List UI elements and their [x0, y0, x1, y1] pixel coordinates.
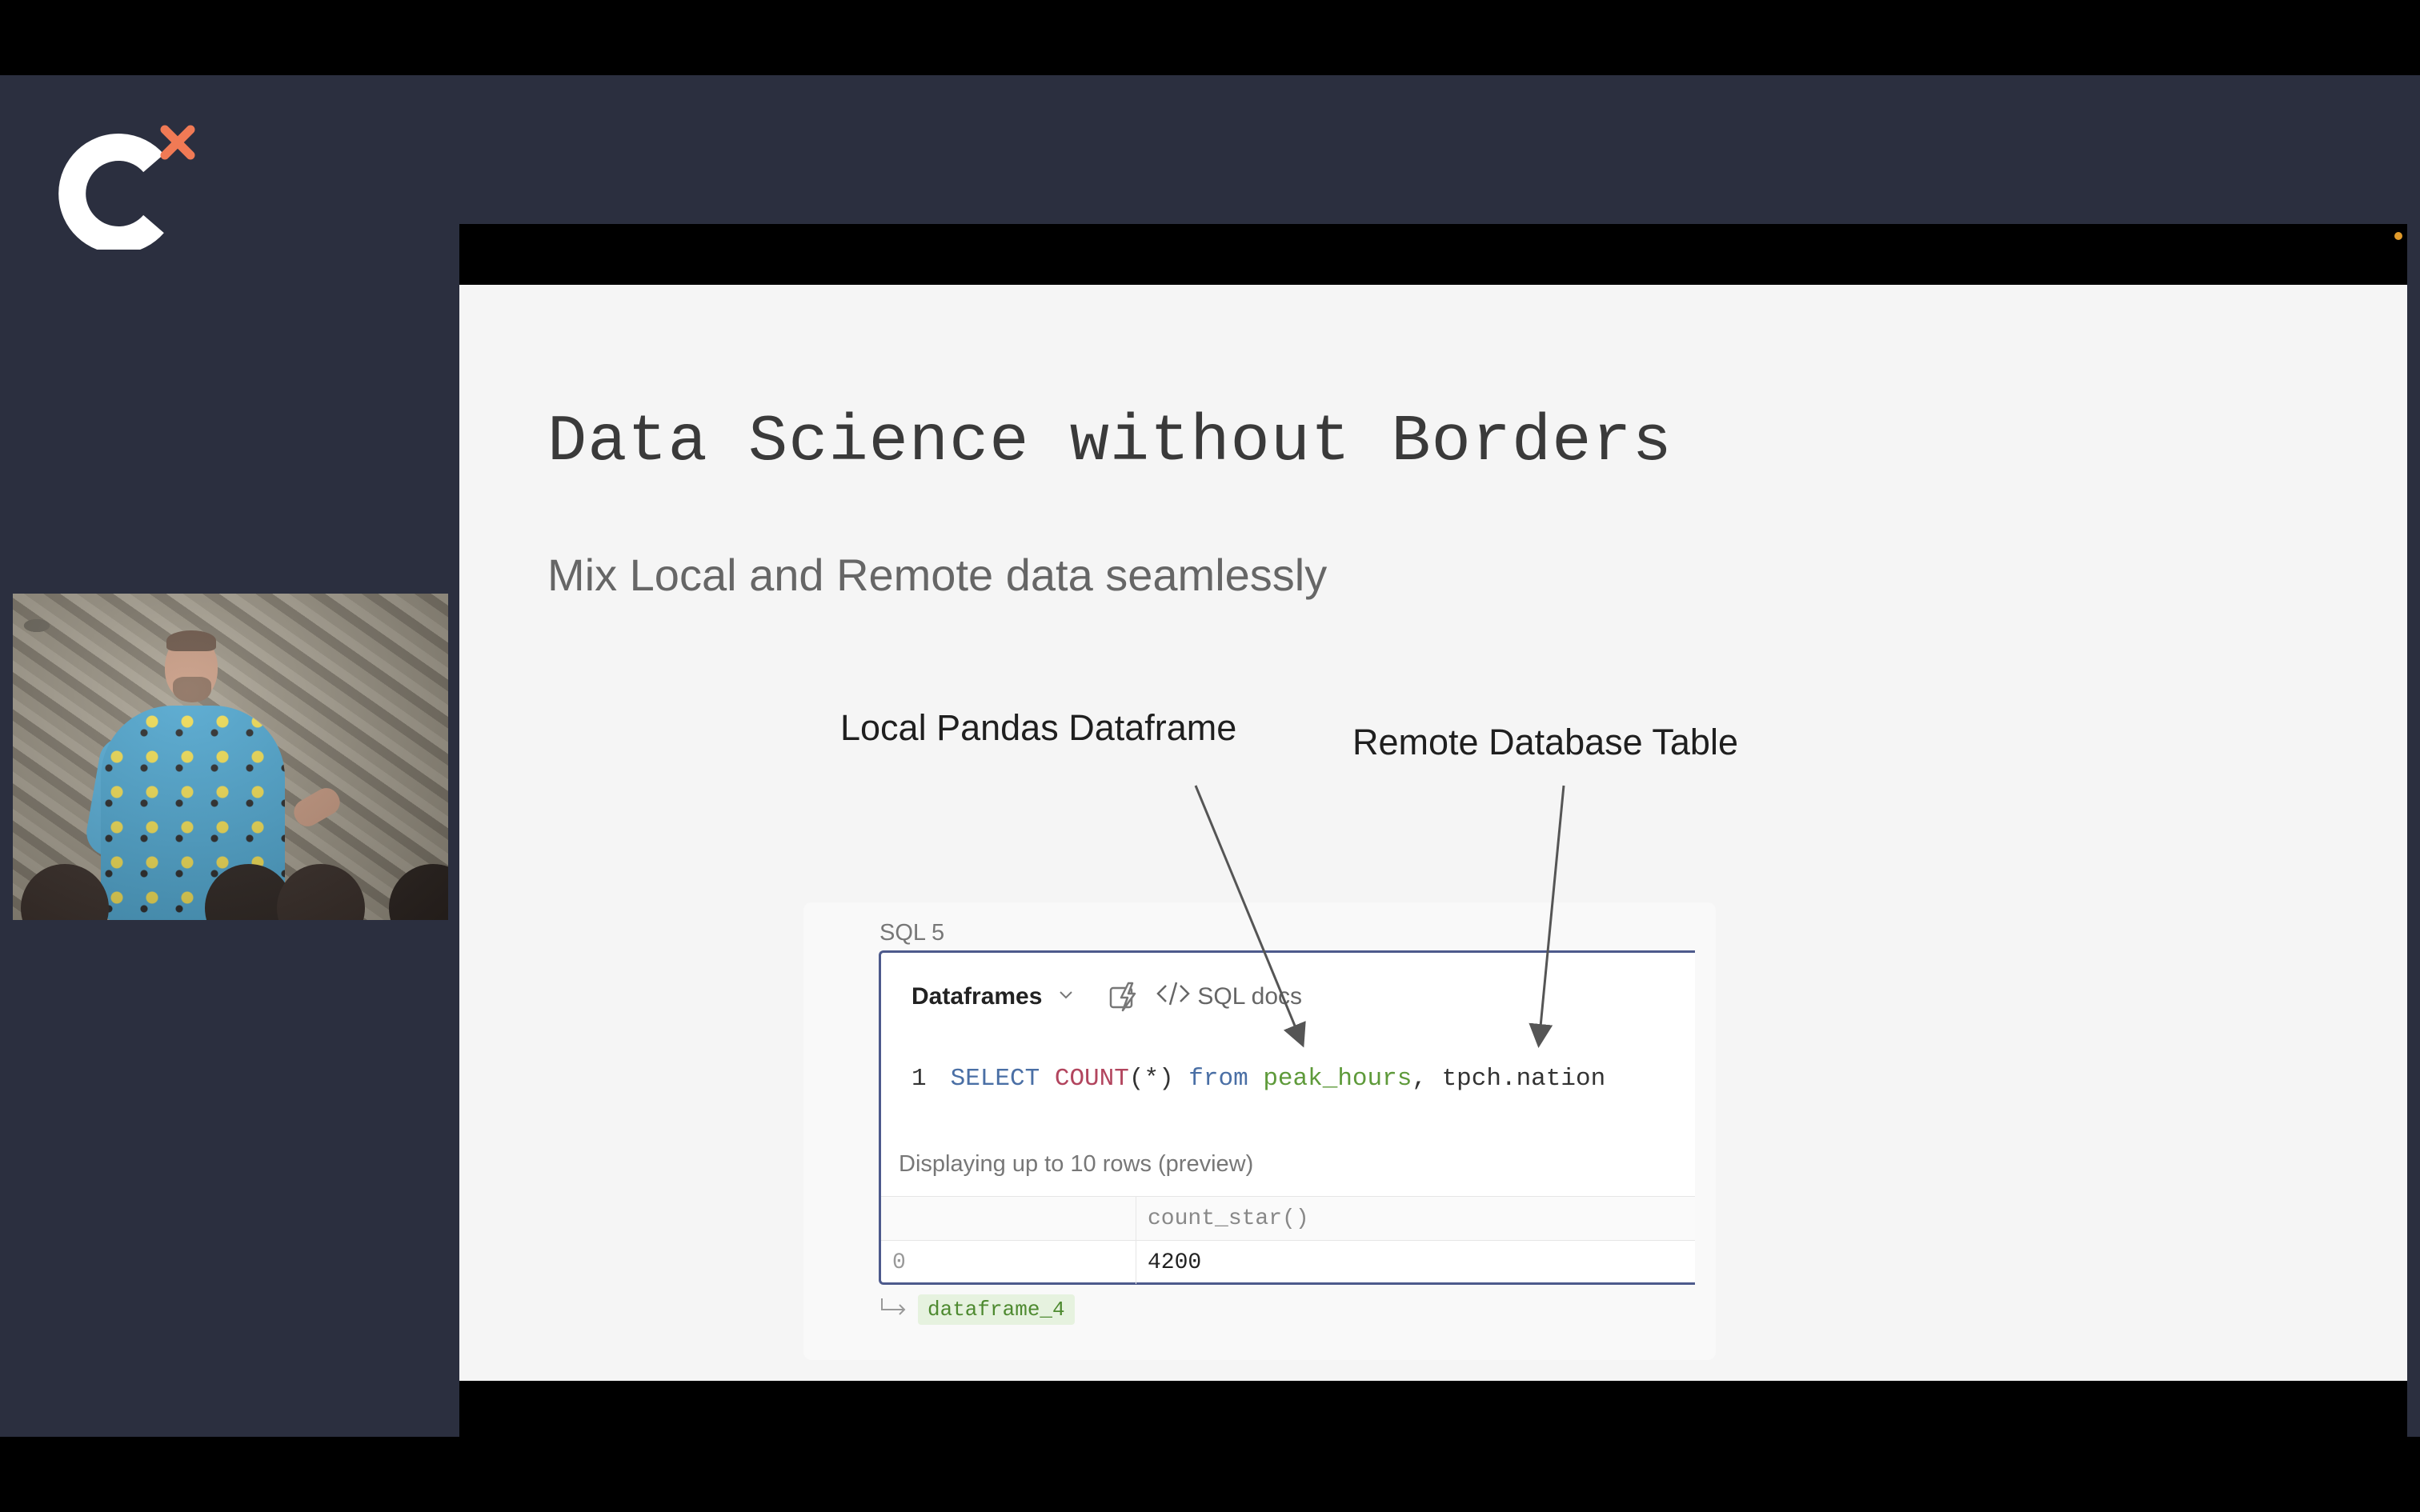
sql-keyword-select: SELECT	[950, 1065, 1040, 1093]
video-stage: Data Science without Borders Mix Local a…	[0, 75, 2420, 1442]
sql-keyword-from: from	[1188, 1065, 1248, 1093]
line-number: 1	[912, 1065, 927, 1093]
slide-title: Data Science without Borders	[547, 405, 1673, 479]
presentation-slide: Data Science without Borders Mix Local a…	[459, 285, 2407, 1381]
column-header-count[interactable]: count_star()	[1136, 1196, 1695, 1241]
table-header-row: count_star()	[881, 1196, 1695, 1241]
sql-docs-link[interactable]: SQL docs	[1156, 980, 1302, 1014]
output-variable: dataframe_4	[879, 1294, 1075, 1325]
recording-indicator	[2394, 232, 2402, 240]
sql-docs-label: SQL docs	[1197, 983, 1303, 1010]
sql-cell-container: SQL 5 Dataframes SQL docs 1 SELECT COUNT…	[803, 902, 1716, 1360]
cell-value: 4200	[1136, 1240, 1695, 1284]
source-select[interactable]: Dataframes	[912, 983, 1076, 1010]
chevron-down-icon	[1056, 985, 1076, 1010]
callout-remote-table: Remote Database Table	[1352, 722, 1738, 762]
conference-logo	[58, 122, 210, 254]
callout-local-dataframe: Local Pandas Dataframe	[840, 707, 1237, 748]
results-table: count_star() 0 4200	[881, 1196, 1695, 1284]
return-arrow-icon	[879, 1296, 907, 1323]
output-variable-name[interactable]: dataframe_4	[918, 1294, 1075, 1325]
column-header-index	[881, 1196, 1136, 1241]
speaker-video	[13, 594, 448, 920]
row-index: 0	[881, 1240, 1136, 1284]
code-icon	[1156, 980, 1191, 1014]
sql-cell[interactable]: Dataframes SQL docs 1 SELECT COUNT(*) fr…	[879, 950, 1695, 1285]
preview-status: Displaying up to 10 rows (preview)	[899, 1151, 1254, 1177]
cell-toolbar: Dataframes SQL docs	[912, 977, 1302, 1017]
slide-frame: Data Science without Borders Mix Local a…	[459, 224, 2407, 1442]
sql-remote-table: tpch.nation	[1441, 1065, 1606, 1093]
table-row: 0 4200	[881, 1240, 1695, 1284]
slide-subtitle: Mix Local and Remote data seamlessly	[547, 550, 1328, 600]
source-select-label: Dataframes	[912, 983, 1043, 1010]
sql-editor-line[interactable]: 1 SELECT COUNT(*) from peak_hours, tpch.n…	[912, 1065, 1605, 1093]
sql-comma: ,	[1412, 1065, 1427, 1093]
sql-local-table: peak_hours	[1263, 1065, 1412, 1093]
lightning-icon[interactable]	[1104, 977, 1144, 1017]
cell-label: SQL 5	[879, 920, 945, 946]
sql-function-count: COUNT	[1054, 1065, 1129, 1093]
sql-function-args: (*)	[1128, 1065, 1174, 1093]
